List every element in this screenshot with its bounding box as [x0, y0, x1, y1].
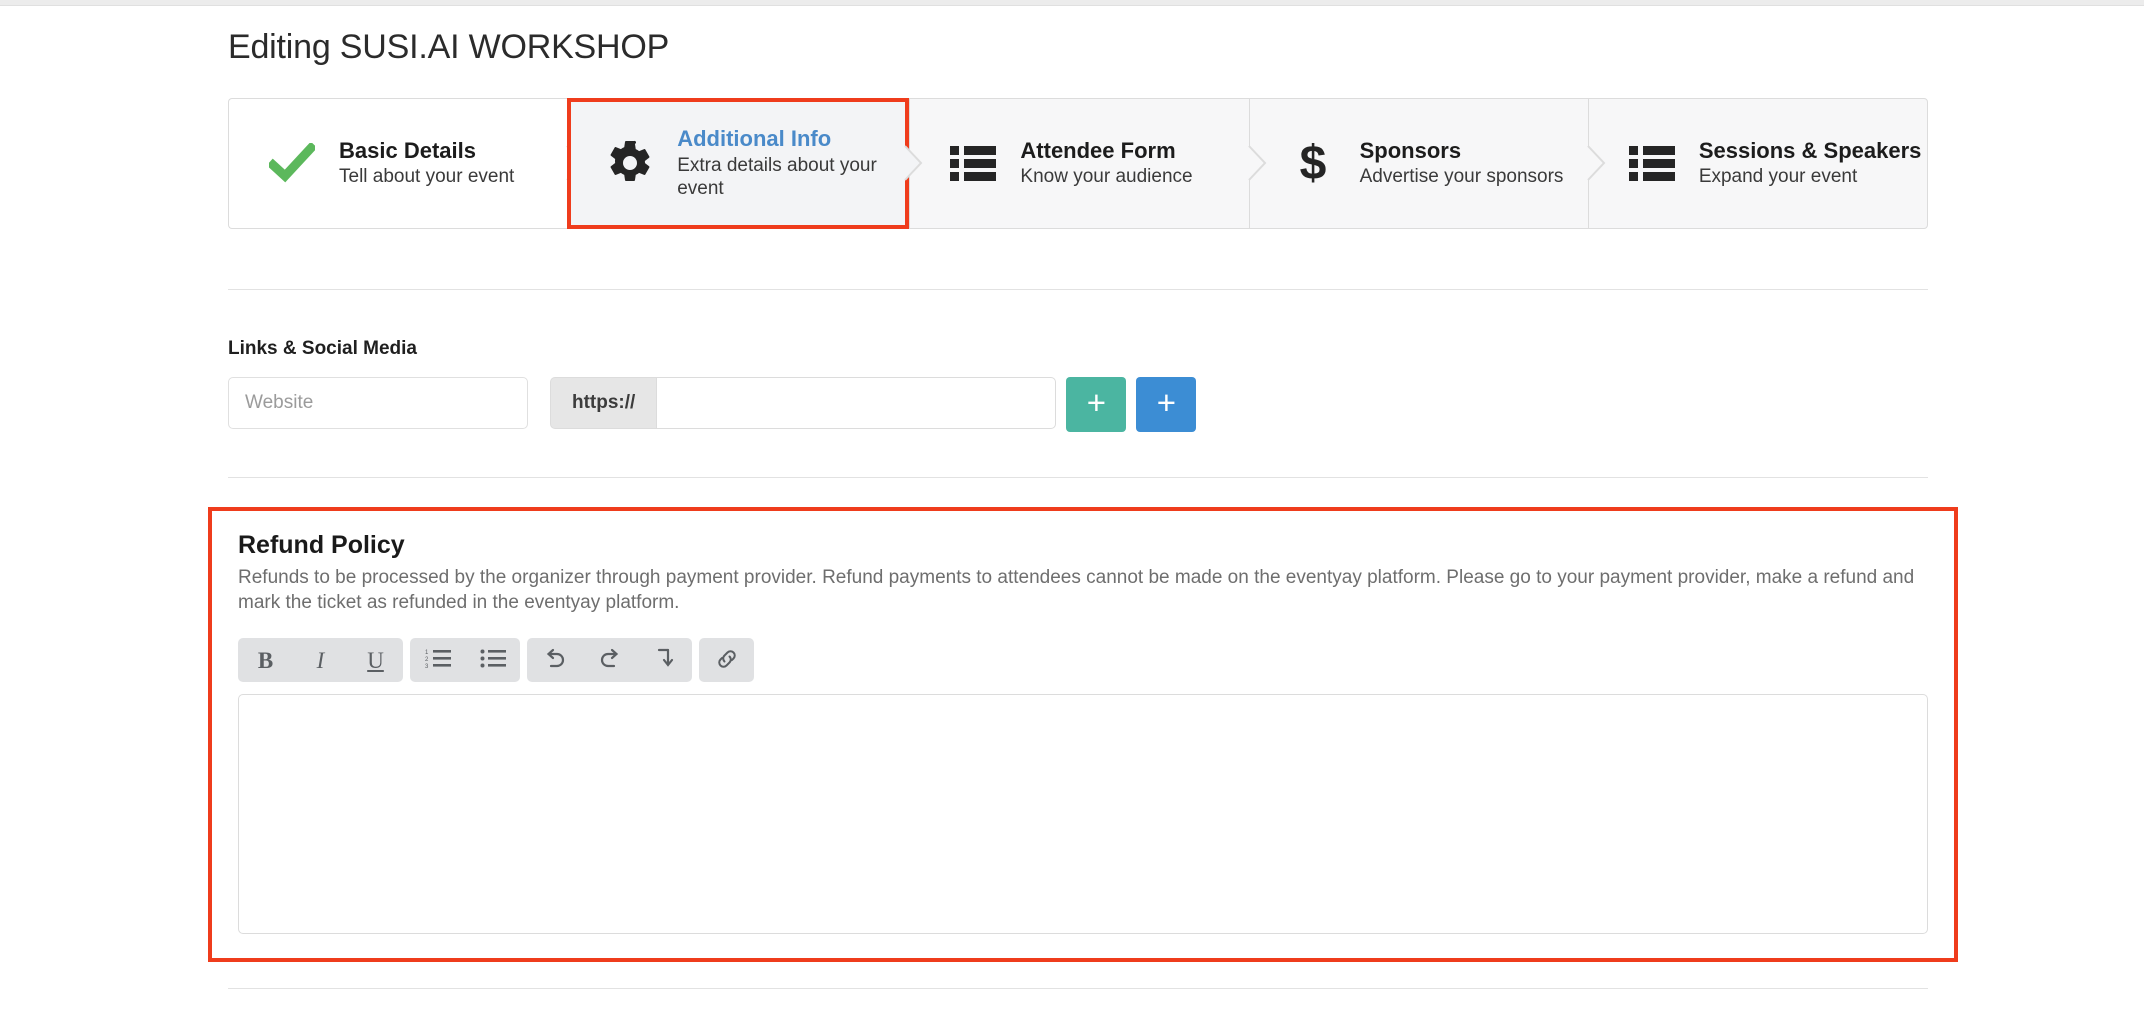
page-body: Editing SUSI.AI WORKSHOP Basic Details T… — [0, 6, 2144, 1032]
add-another-link-button[interactable]: + — [1136, 376, 1197, 432]
wizard-step-subtitle: Tell about your event — [339, 166, 515, 188]
list-icon — [944, 134, 1002, 192]
redo-button[interactable] — [582, 638, 637, 682]
toolbar-group-link — [699, 638, 754, 683]
underline-button[interactable]: U — [348, 638, 403, 682]
insert-link-button[interactable] — [699, 638, 754, 682]
wizard-step-subtitle: Advertise your sponsors — [1359, 166, 1564, 188]
wizard-step-additional-info[interactable]: Additional Info Extra details about your… — [567, 97, 923, 229]
wizard-step-subtitle: Know your audience — [1020, 166, 1193, 188]
wizard-step-attendee-form[interactable]: Attendee Form Know your audience — [909, 97, 1266, 229]
links-social-media-section: Links & Social Media https:// + + — [228, 337, 1928, 432]
toolbar-group-text-style: B I U — [238, 638, 403, 683]
toolbar-group-history — [527, 638, 692, 683]
wizard-step-title: Sponsors — [1359, 137, 1462, 163]
clear-formatting-button[interactable] — [637, 638, 692, 682]
section-divider-bottom — [228, 988, 1928, 990]
plus-icon: + — [1156, 384, 1176, 422]
wizard-step-text: Additional Info Extra details about your… — [677, 126, 905, 200]
refund-policy-title: Refund Policy — [238, 530, 405, 559]
wizard-step-subtitle: Expand your event — [1698, 166, 1858, 188]
wizard-step-title: Attendee Form — [1020, 137, 1176, 163]
undo-button[interactable] — [527, 638, 582, 682]
ordered-list-button[interactable]: 1 2 3 — [410, 638, 465, 682]
wizard-step-subtitle: Extra details about your event — [677, 154, 877, 199]
redo-icon — [597, 647, 623, 674]
svg-text:3: 3 — [425, 664, 429, 670]
wizard-step-text: Sponsors Advertise your sponsors — [1360, 138, 1564, 190]
wizard-step-title: Basic Details — [339, 137, 476, 163]
bullet-list-icon — [480, 648, 506, 673]
refund-policy-editor[interactable] — [238, 694, 1928, 935]
italic-icon: I — [316, 647, 325, 673]
rich-text-toolbar: B I U 1 2 3 — [238, 638, 1926, 683]
bullet-list-button[interactable] — [465, 638, 520, 682]
dollar-icon: $ — [1284, 134, 1342, 192]
link-icon — [715, 647, 739, 674]
bold-icon: B — [257, 647, 274, 673]
wizard-step-sponsors[interactable]: $ Sponsors Advertise your sponsors — [1248, 97, 1606, 229]
ordered-list-icon: 1 2 3 — [425, 648, 451, 673]
link-row: https:// + + — [228, 376, 1928, 432]
wizard-step-text: Attendee Form Know your audience — [1020, 138, 1192, 190]
italic-button[interactable]: I — [293, 638, 348, 682]
page-title: Editing SUSI.AI WORKSHOP — [228, 28, 670, 66]
add-social-link-button[interactable]: + — [1066, 376, 1127, 432]
content-column: Editing SUSI.AI WORKSHOP Basic Details T… — [208, 6, 1958, 990]
wizard-step-text: Sessions & Speakers Expand your event — [1699, 138, 1922, 190]
social-url-input[interactable] — [656, 376, 1057, 429]
check-icon — [263, 134, 321, 192]
wizard-step-text: Basic Details Tell about your event — [339, 138, 514, 190]
refund-policy-section: Refund Policy Refunds to be processed by… — [208, 506, 1958, 963]
website-input[interactable] — [228, 376, 528, 429]
section-divider-top — [228, 288, 1928, 290]
plus-icon: + — [1086, 384, 1106, 422]
underline-icon: U — [367, 647, 384, 673]
gear-icon — [601, 134, 659, 192]
url-input-group: https:// — [550, 376, 1057, 429]
wizard-step-title: Additional Info — [677, 126, 832, 152]
wizard-step-title: Sessions & Speakers — [1698, 137, 1922, 163]
wizard-step-sessions-speakers[interactable]: Sessions & Speakers Expand your event — [1587, 97, 1929, 229]
url-prefix-label: https:// — [550, 376, 657, 429]
wizard-step-basic-details[interactable]: Basic Details Tell about your event — [228, 97, 585, 229]
section-divider-middle — [228, 476, 1928, 478]
refund-policy-description: Refunds to be processed by the organizer… — [238, 566, 1915, 614]
undo-icon — [542, 647, 568, 674]
wizard-steps: Basic Details Tell about your event Addi… — [228, 97, 1929, 229]
bold-button[interactable]: B — [238, 638, 293, 682]
svg-text:2: 2 — [425, 657, 429, 663]
svg-text:$: $ — [1299, 138, 1326, 188]
clear-formatting-icon — [654, 647, 676, 674]
toolbar-group-lists: 1 2 3 — [410, 638, 520, 683]
list-icon — [1623, 134, 1681, 192]
svg-text:1: 1 — [425, 650, 429, 656]
links-section-label: Links & Social Media — [228, 337, 417, 359]
